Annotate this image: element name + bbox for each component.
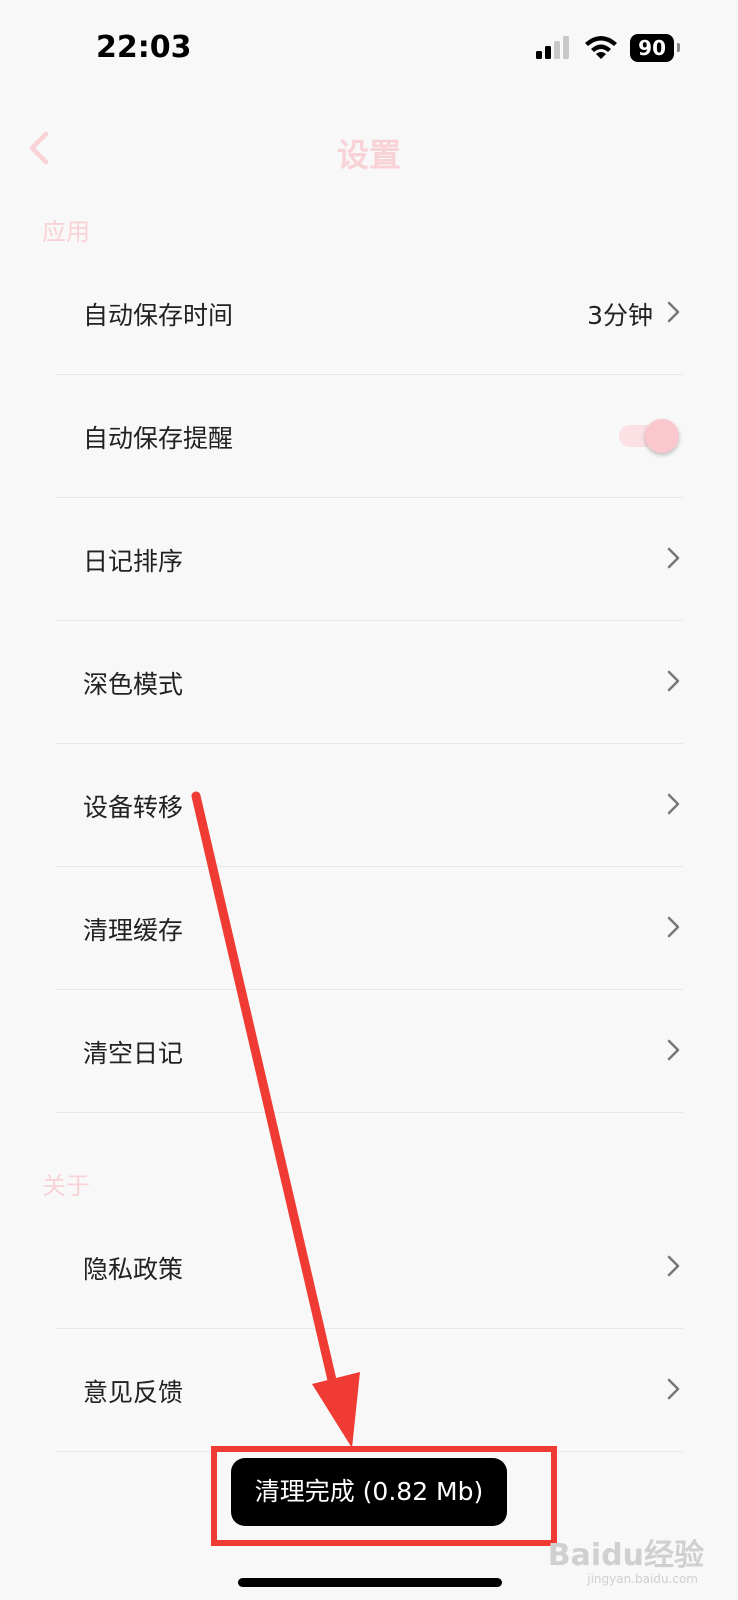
autosave-reminder-toggle[interactable]: [619, 419, 679, 453]
status-time: 22:03: [96, 30, 192, 65]
settings-row-privacy-policy[interactable]: 隐私政策: [55, 1206, 683, 1329]
settings-row-autosave-reminder: 自动保存提醒: [55, 375, 683, 498]
status-icons: 90: [536, 34, 680, 62]
nav-bar: 设置: [0, 120, 738, 180]
settings-row-clear-diary[interactable]: 清空日记: [55, 990, 683, 1113]
chevron-right-icon: [667, 301, 680, 323]
battery-indicator: 90: [630, 34, 680, 62]
cellular-signal-icon: [536, 36, 570, 59]
chevron-right-icon: [667, 1039, 680, 1061]
row-label: 设备转移: [83, 793, 184, 822]
row-label: 自动保存时间: [83, 301, 234, 330]
home-indicator[interactable]: [238, 1578, 502, 1587]
watermark-url: jingyan.baidu.com: [587, 1572, 698, 1586]
chevron-right-icon: [667, 916, 680, 938]
chevron-right-icon: [667, 547, 680, 569]
settings-row-dark-mode[interactable]: 深色模式: [55, 621, 683, 744]
row-label: 日记排序: [83, 547, 184, 576]
chevron-right-icon: [667, 1255, 680, 1277]
chevron-right-icon: [667, 1378, 680, 1400]
row-label: 自动保存提醒: [83, 424, 234, 453]
settings-row-clear-cache[interactable]: 清理缓存: [55, 867, 683, 990]
page-title: 设置: [336, 136, 401, 174]
status-bar: 22:03 90: [0, 0, 738, 100]
chevron-right-icon: [667, 670, 680, 692]
toggle-knob: [645, 419, 679, 453]
row-label: 清理缓存: [83, 916, 184, 945]
watermark-logo: Baidu经验: [547, 1538, 704, 1573]
section-label-app: 应用: [42, 218, 90, 246]
section-label-about: 关于: [42, 1172, 90, 1200]
row-value: 3分钟: [587, 301, 653, 330]
wifi-icon: [585, 36, 618, 59]
settings-row-autosave-time[interactable]: 自动保存时间 3分钟: [55, 252, 683, 375]
chevron-right-icon: [667, 793, 680, 815]
row-label: 清空日记: [83, 1039, 184, 1068]
row-label: 隐私政策: [83, 1255, 184, 1284]
settings-row-diary-sort[interactable]: 日记排序: [55, 498, 683, 621]
settings-row-feedback[interactable]: 意见反馈: [55, 1329, 683, 1452]
settings-row-device-transfer[interactable]: 设备转移: [55, 744, 683, 867]
row-label: 意见反馈: [83, 1378, 184, 1407]
row-label: 深色模式: [83, 670, 184, 699]
annotation-highlight-box: [211, 1446, 557, 1546]
